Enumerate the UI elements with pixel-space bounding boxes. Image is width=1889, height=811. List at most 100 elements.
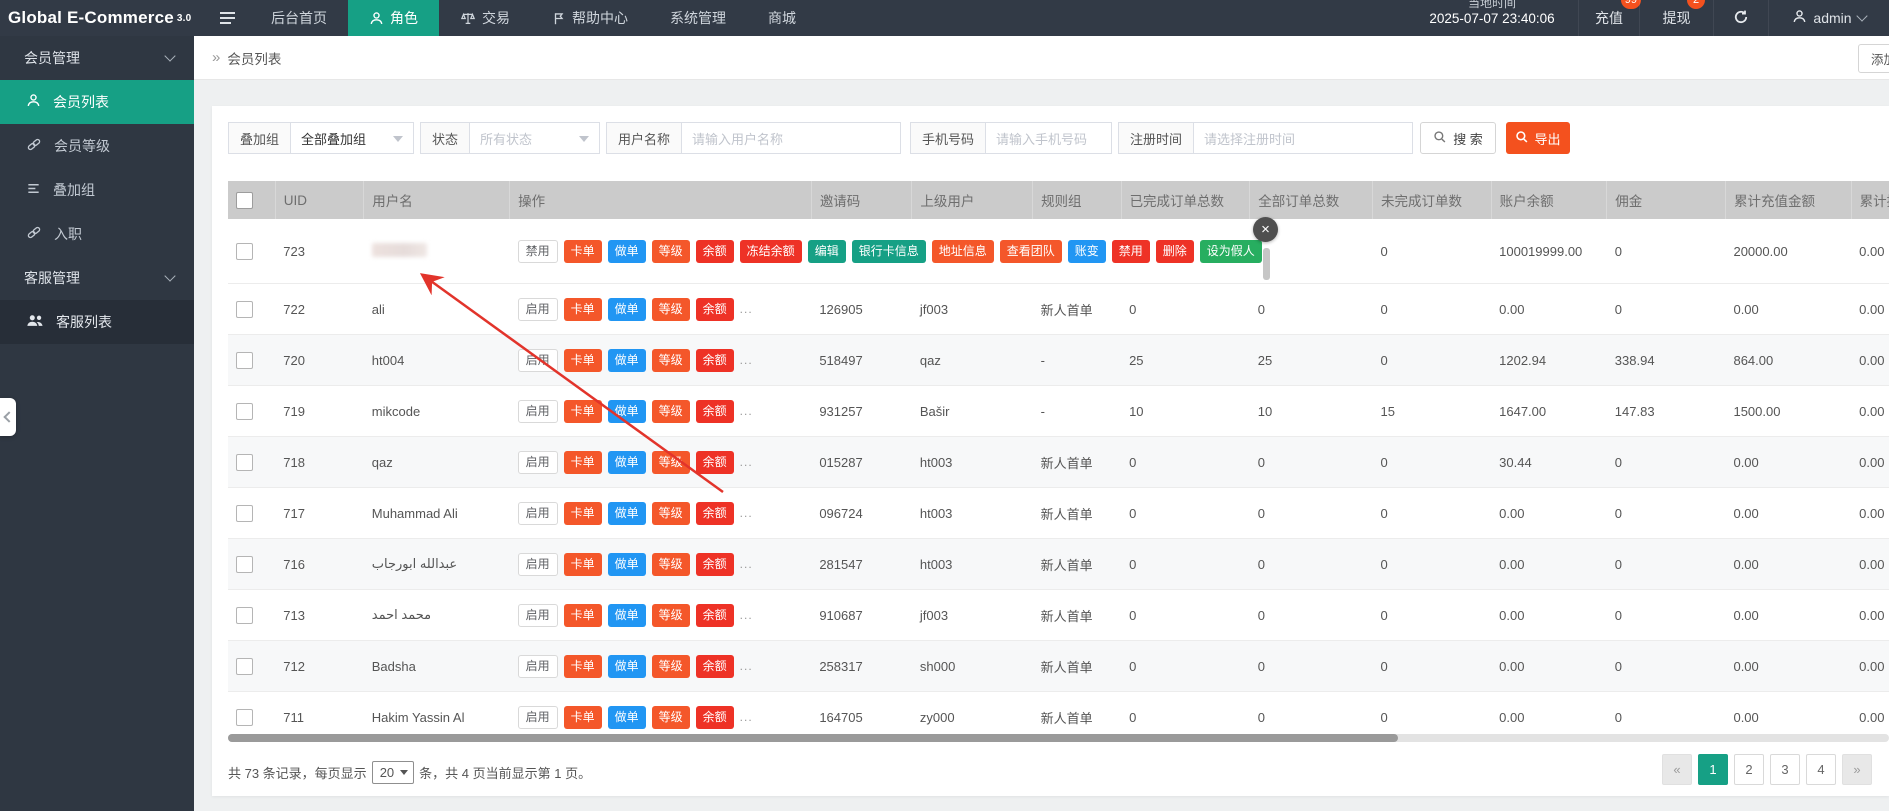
action-button[interactable]: 等级	[652, 451, 690, 474]
action-button[interactable]: 等级	[652, 655, 690, 678]
reg-time-input[interactable]: 请选择注册时间	[1193, 122, 1413, 154]
action-button[interactable]: 账变	[1068, 240, 1106, 263]
nav-item-1[interactable]: 后台首页	[250, 0, 348, 36]
action-button[interactable]: 余额	[696, 240, 734, 263]
next-page-button[interactable]: »	[1842, 754, 1872, 785]
row-checkbox[interactable]	[236, 403, 253, 420]
action-button[interactable]: 查看团队	[1000, 240, 1062, 263]
sidebar-item[interactable]: 客服列表	[0, 300, 194, 344]
action-button[interactable]: 做单	[608, 502, 646, 525]
action-button[interactable]: 卡单	[564, 553, 602, 576]
action-button[interactable]: 等级	[652, 298, 690, 321]
row-checkbox[interactable]	[236, 454, 253, 471]
sidebar-item[interactable]: 会员等级	[0, 124, 194, 168]
action-button[interactable]: 做单	[608, 349, 646, 372]
sidebar-group-1[interactable]: 会员管理	[0, 36, 194, 80]
row-checkbox[interactable]	[236, 301, 253, 318]
action-button[interactable]: 启用	[518, 706, 558, 729]
action-button[interactable]: 卡单	[564, 655, 602, 678]
page-button-1[interactable]: 1	[1698, 754, 1728, 785]
action-button[interactable]: 余额	[696, 553, 734, 576]
action-button[interactable]: 做单	[608, 400, 646, 423]
sidebar-item[interactable]: 会员列表	[0, 80, 194, 124]
action-button[interactable]: 做单	[608, 655, 646, 678]
row-checkbox[interactable]	[236, 607, 253, 624]
sidebar-item[interactable]: 入职	[0, 212, 194, 256]
action-button[interactable]: 等级	[652, 240, 690, 263]
action-button[interactable]: 做单	[608, 553, 646, 576]
action-button[interactable]: 余额	[696, 502, 734, 525]
action-button[interactable]: 等级	[652, 400, 690, 423]
page-button-4[interactable]: 4	[1806, 754, 1836, 785]
nav-item-4[interactable]: 帮助中心	[531, 0, 649, 36]
action-button[interactable]: 启用	[518, 349, 558, 372]
action-button[interactable]: 做单	[608, 298, 646, 321]
row-checkbox[interactable]	[236, 556, 253, 573]
sidebar-collapse-handle[interactable]	[0, 398, 16, 436]
sidebar-item[interactable]: 叠加组	[0, 168, 194, 212]
status-select[interactable]: 所有状态	[469, 122, 600, 154]
row-checkbox[interactable]	[236, 352, 253, 369]
table-hscrollbar-thumb[interactable]	[228, 734, 1398, 742]
action-button[interactable]: 启用	[518, 451, 558, 474]
hamburger-icon[interactable]	[204, 0, 250, 36]
action-button[interactable]: 禁用	[1112, 240, 1150, 263]
action-button[interactable]: 做单	[608, 451, 646, 474]
sidebar-group-2[interactable]: 客服管理	[0, 256, 194, 300]
withdraw-menu[interactable]: 提现 2	[1639, 0, 1713, 36]
row-checkbox[interactable]	[236, 505, 253, 522]
row-checkbox[interactable]	[236, 658, 253, 675]
add-member-button[interactable]: 添加会员	[1858, 44, 1889, 73]
action-button[interactable]: 余额	[696, 400, 734, 423]
action-button[interactable]: 设为假人	[1200, 240, 1262, 263]
overlay-group-select[interactable]: 全部叠加组	[290, 122, 414, 154]
search-button[interactable]: 搜 索	[1420, 122, 1496, 154]
action-button[interactable]: 银行卡信息	[852, 240, 926, 263]
page-button-2[interactable]: 2	[1734, 754, 1764, 785]
nav-item-3[interactable]: 交易	[439, 0, 531, 36]
action-button[interactable]: 等级	[652, 604, 690, 627]
popup-scrollbar[interactable]	[1263, 248, 1270, 280]
action-button[interactable]: 启用	[518, 400, 558, 423]
action-button[interactable]: 余额	[696, 298, 734, 321]
row-checkbox[interactable]	[236, 709, 253, 726]
action-button[interactable]: 卡单	[564, 400, 602, 423]
action-button[interactable]: 启用	[518, 553, 558, 576]
action-button[interactable]: 余额	[696, 604, 734, 627]
action-button[interactable]: 编辑	[808, 240, 846, 263]
action-button[interactable]: 卡单	[564, 298, 602, 321]
action-button[interactable]: 做单	[608, 706, 646, 729]
nav-item-5[interactable]: 系统管理	[649, 0, 747, 36]
action-button[interactable]: 卡单	[564, 349, 602, 372]
action-button[interactable]: 等级	[652, 349, 690, 372]
refresh-button[interactable]	[1713, 0, 1768, 36]
action-button[interactable]: 做单	[608, 604, 646, 627]
close-icon[interactable]: ×	[1253, 217, 1278, 242]
action-button[interactable]: 禁用	[518, 240, 558, 263]
action-button[interactable]: 启用	[518, 502, 558, 525]
action-button[interactable]: 余额	[696, 706, 734, 729]
per-page-select[interactable]: 20	[372, 761, 414, 784]
action-button[interactable]: 卡单	[564, 240, 602, 263]
prev-page-button[interactable]: «	[1662, 754, 1692, 785]
nav-item-6[interactable]: 商城	[747, 0, 817, 36]
nav-item-2[interactable]: 角色	[348, 0, 439, 36]
action-button[interactable]: 等级	[652, 553, 690, 576]
action-button[interactable]: 卡单	[564, 604, 602, 627]
action-button[interactable]: 卡单	[564, 502, 602, 525]
action-button[interactable]: 地址信息	[932, 240, 994, 263]
export-button[interactable]: 导出	[1506, 122, 1570, 154]
phone-input[interactable]: 请输入手机号码	[985, 122, 1112, 154]
action-button[interactable]: 卡单	[564, 706, 602, 729]
action-button[interactable]: 启用	[518, 604, 558, 627]
user-menu[interactable]: admin	[1768, 0, 1889, 36]
select-all-checkbox[interactable]	[236, 192, 253, 209]
row-checkbox[interactable]	[236, 243, 253, 260]
page-button-3[interactable]: 3	[1770, 754, 1800, 785]
action-button[interactable]: 等级	[652, 502, 690, 525]
action-button[interactable]: 余额	[696, 349, 734, 372]
action-button[interactable]: 余额	[696, 655, 734, 678]
action-button[interactable]: 启用	[518, 298, 558, 321]
action-button[interactable]: 做单	[608, 240, 646, 263]
recharge-menu[interactable]: 充值 99	[1578, 0, 1639, 36]
